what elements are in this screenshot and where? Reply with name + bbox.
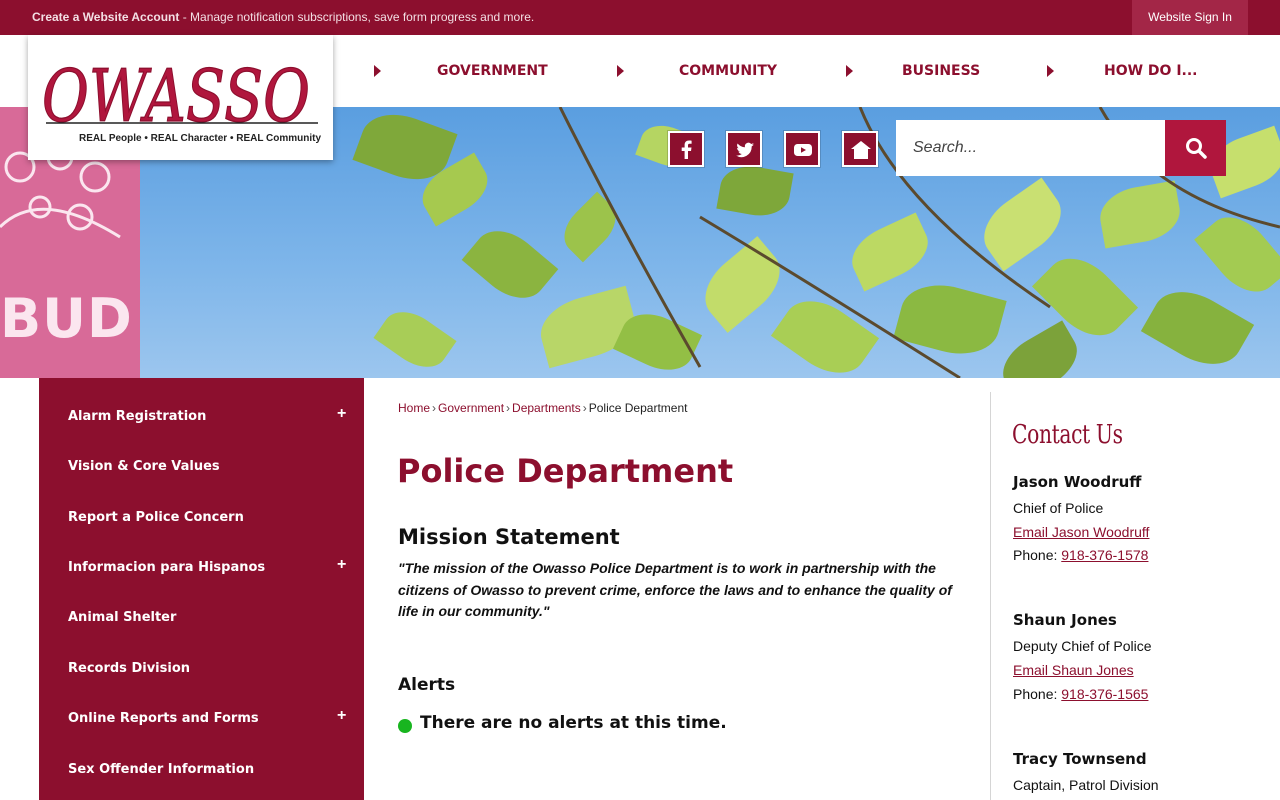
- facebook-icon: [681, 140, 692, 159]
- sidebar-item-animal-shelter[interactable]: Animal Shelter: [39, 593, 364, 643]
- sidebar-item-label: Records Division: [68, 661, 191, 676]
- alerts-heading: Alerts: [398, 675, 456, 695]
- nav-arrow-icon: [374, 65, 381, 77]
- sidebar-item-label: Online Reports and Forms: [68, 711, 259, 726]
- website-sign-in-button[interactable]: Website Sign In: [1132, 0, 1248, 35]
- breadcrumb-government[interactable]: Government: [438, 401, 504, 415]
- search-input[interactable]: [896, 120, 1165, 176]
- search-button[interactable]: [1165, 120, 1226, 176]
- alert-status-icon: [398, 719, 412, 733]
- account-description: - Manage notification subscriptions, sav…: [179, 10, 535, 24]
- sidebar-item-informacion-hispanos[interactable]: Informacion para Hispanos +: [39, 543, 364, 593]
- nav-business[interactable]: BUSINESS: [902, 35, 980, 107]
- contact-role: Captain, Patrol Division: [1013, 777, 1159, 793]
- twitter-icon: [736, 142, 754, 158]
- breadcrumb-current: Police Department: [588, 401, 688, 415]
- sidebar-item-online-reports-forms[interactable]: Online Reports and Forms +: [39, 694, 364, 744]
- youtube-icon: [794, 144, 812, 156]
- contact-email-link[interactable]: Email Shaun Jones: [1013, 662, 1134, 678]
- alerts-status-text: There are no alerts at this time.: [420, 713, 727, 733]
- contact-phone: Phone: 918-376-1578: [1013, 547, 1149, 563]
- sidebar-item-label: Informacion para Hispanos: [68, 560, 266, 575]
- contact-us-heading: Contact Us: [1012, 420, 1123, 450]
- nav-arrow-icon: [1047, 65, 1054, 77]
- breadcrumb-departments[interactable]: Departments: [512, 401, 581, 415]
- column-divider: [990, 392, 991, 800]
- create-account-link[interactable]: Create a Website Account: [32, 10, 179, 24]
- sidebar-item-label: Alarm Registration: [68, 409, 207, 424]
- sidebar-item-alarm-registration[interactable]: Alarm Registration +: [39, 392, 364, 442]
- nav-government[interactable]: GOVERNMENT: [437, 35, 548, 107]
- expand-icon[interactable]: +: [337, 405, 346, 423]
- owasso-logo-icon: OWASSO: [41, 53, 318, 133]
- home-icon: [851, 141, 871, 159]
- sidebar-item-records-division[interactable]: Records Division: [39, 644, 364, 694]
- contact-phone-link[interactable]: 918-376-1578: [1061, 547, 1148, 563]
- mission-heading: Mission Statement: [398, 525, 620, 549]
- facebook-link[interactable]: [668, 131, 704, 167]
- sidebar-item-label: Report a Police Concern: [68, 510, 244, 525]
- youtube-link[interactable]: [784, 131, 820, 167]
- site-logo[interactable]: OWASSO REAL People • REAL Character • RE…: [28, 35, 333, 160]
- contact-name: Jason Woodruff: [1013, 473, 1142, 491]
- contact-name: Tracy Townsend: [1013, 750, 1147, 768]
- account-message: Create a Website Account - Manage notifi…: [32, 10, 534, 24]
- contact-role: Chief of Police: [1013, 500, 1104, 516]
- sidebar-item-sex-offender-info[interactable]: Sex Offender Information: [39, 745, 364, 795]
- nav-arrow-icon: [846, 65, 853, 77]
- contact-role: Deputy Chief of Police: [1013, 638, 1152, 654]
- sidebar-item-label: Vision & Core Values: [68, 459, 220, 474]
- sidebar-item-report-concern[interactable]: Report a Police Concern: [39, 493, 364, 543]
- sidebar-menu: Alarm Registration + Vision & Core Value…: [39, 378, 364, 800]
- sidebar-item-vision-core-values[interactable]: Vision & Core Values: [39, 442, 364, 492]
- logo-wordmark: OWASSO: [42, 54, 310, 133]
- contact-phone: Phone: 918-376-1565: [1013, 686, 1149, 702]
- contact-phone-link[interactable]: 918-376-1565: [1061, 686, 1148, 702]
- breadcrumb-home[interactable]: Home: [398, 401, 430, 415]
- logo-tagline: REAL People • REAL Character • REAL Comm…: [79, 133, 322, 144]
- expand-icon[interactable]: +: [337, 707, 346, 725]
- expand-icon[interactable]: +: [337, 556, 346, 574]
- search-icon: [1186, 138, 1207, 159]
- breadcrumb: Home › Government › Departments › Police Depar…: [398, 401, 688, 415]
- top-bar: Create a Website Account - Manage notifi…: [0, 0, 1280, 35]
- sidebar-item-label: Sex Offender Information: [68, 762, 255, 777]
- home-link[interactable]: [842, 131, 878, 167]
- page-title: Police Department: [397, 452, 734, 490]
- sidebar-item-label: Animal Shelter: [68, 610, 177, 625]
- mission-statement-text: "The mission of the Owasso Police Depart…: [398, 560, 952, 619]
- nav-how-do-i[interactable]: HOW DO I...: [1104, 35, 1198, 107]
- nav-community[interactable]: COMMUNITY: [679, 35, 777, 107]
- contact-email-link[interactable]: Email Jason Woodruff: [1013, 524, 1149, 540]
- nav-arrow-icon: [617, 65, 624, 77]
- twitter-link[interactable]: [726, 131, 762, 167]
- contact-name: Shaun Jones: [1013, 611, 1117, 629]
